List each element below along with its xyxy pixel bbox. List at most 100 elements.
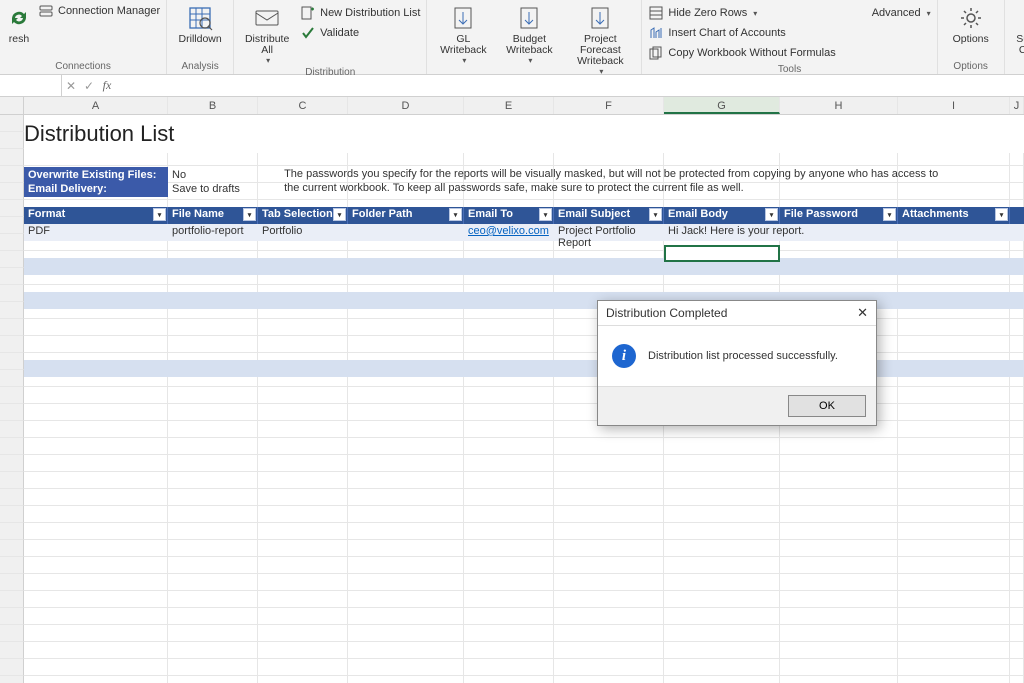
formula-input[interactable] bbox=[116, 75, 1024, 96]
col-header[interactable]: C bbox=[258, 97, 348, 114]
filter-icon[interactable] bbox=[153, 208, 166, 221]
formula-bar: ✕ ✓ fx bbox=[0, 75, 1024, 97]
drilldown-button[interactable]: Drilldown bbox=[173, 2, 227, 45]
support-center-label: Support Center bbox=[1011, 34, 1024, 56]
sheet-title: Distribution List bbox=[24, 115, 1024, 153]
select-all-corner[interactable] bbox=[0, 97, 24, 114]
gl-writeback-label: GL Writeback bbox=[433, 34, 493, 56]
budget-writeback-icon bbox=[515, 4, 543, 32]
column-headers: A B C D E F G H I J bbox=[0, 97, 1024, 115]
advanced-label: Advanced bbox=[872, 7, 921, 19]
th-subject[interactable]: Email Subject bbox=[554, 207, 664, 224]
close-icon[interactable]: ✕ bbox=[857, 305, 868, 321]
copy-wb-button[interactable]: Copy Workbook Without Formulas bbox=[648, 44, 835, 62]
forecast-writeback-icon bbox=[586, 4, 614, 32]
filter-icon[interactable] bbox=[765, 208, 778, 221]
filter-icon[interactable] bbox=[995, 208, 1008, 221]
budget-writeback-button[interactable]: Budget Writeback bbox=[499, 2, 559, 65]
th-attach[interactable]: Attachments bbox=[898, 207, 1010, 224]
col-header[interactable]: E bbox=[464, 97, 554, 114]
hide-zero-rows-button[interactable]: Hide Zero Rows bbox=[648, 4, 835, 22]
support-center-button[interactable]: ? Support Center bbox=[1011, 2, 1024, 56]
col-header[interactable]: A bbox=[24, 97, 168, 114]
validate-button[interactable]: Validate bbox=[300, 24, 420, 42]
new-list-label: New Distribution List bbox=[320, 7, 420, 19]
filter-icon[interactable] bbox=[539, 208, 552, 221]
delivery-label: Email Delivery: bbox=[24, 181, 168, 197]
distribution-completed-dialog: Distribution Completed ✕ i Distribution … bbox=[597, 300, 877, 426]
distribute-all-button[interactable]: Distribute All bbox=[240, 2, 294, 65]
group-label-help: Help bbox=[1011, 59, 1024, 74]
cancel-icon[interactable]: ✕ bbox=[62, 79, 80, 93]
col-header[interactable]: B bbox=[168, 97, 258, 114]
col-header[interactable]: D bbox=[348, 97, 464, 114]
refresh-icon bbox=[5, 4, 33, 32]
insert-coa-label: Insert Chart of Accounts bbox=[668, 27, 785, 39]
ribbon-group-writeback: GL Writeback Budget Writeback Project Fo… bbox=[427, 0, 642, 74]
validate-icon bbox=[300, 25, 316, 41]
cell-password[interactable] bbox=[780, 224, 898, 241]
cell-tab[interactable]: Portfolio bbox=[258, 224, 348, 241]
dialog-title: Distribution Completed bbox=[606, 306, 727, 320]
col-header[interactable]: H bbox=[780, 97, 898, 114]
th-body[interactable]: Email Body bbox=[664, 207, 780, 224]
filter-icon[interactable] bbox=[883, 208, 896, 221]
filter-icon[interactable] bbox=[449, 208, 462, 221]
group-label-connections: Connections bbox=[6, 59, 160, 74]
validate-label: Validate bbox=[320, 27, 359, 39]
gl-writeback-icon bbox=[449, 4, 477, 32]
filter-icon[interactable] bbox=[243, 208, 256, 221]
table-header-row: Format File Name Tab Selection Folder Pa… bbox=[24, 207, 1024, 224]
fx-icon[interactable]: fx bbox=[98, 78, 116, 93]
connection-manager-icon bbox=[38, 3, 54, 19]
refresh-label: resh bbox=[9, 34, 29, 45]
gear-icon bbox=[957, 4, 985, 32]
th-emailto[interactable]: Email To bbox=[464, 207, 554, 224]
th-format[interactable]: Format bbox=[24, 207, 168, 224]
cell-format[interactable]: PDF bbox=[24, 224, 168, 241]
options-button[interactable]: Options bbox=[944, 2, 998, 45]
col-header[interactable]: F bbox=[554, 97, 664, 114]
cell-subject[interactable]: Project Portfolio Report bbox=[554, 224, 664, 241]
ribbon-group-options: Options Options bbox=[938, 0, 1005, 74]
col-header[interactable]: G bbox=[664, 97, 780, 114]
delivery-value[interactable]: Save to drafts bbox=[168, 181, 244, 197]
th-password[interactable]: File Password bbox=[780, 207, 898, 224]
password-note: The passwords you specify for the report… bbox=[280, 167, 960, 195]
col-header[interactable]: J bbox=[1010, 97, 1024, 114]
connection-manager-button[interactable]: Connection Manager bbox=[38, 2, 160, 20]
cell-filename[interactable]: portfolio-report bbox=[168, 224, 258, 241]
forecast-writeback-button[interactable]: Project Forecast Writeback bbox=[565, 2, 635, 76]
insert-coa-button[interactable]: Insert Chart of Accounts bbox=[648, 24, 835, 42]
gl-writeback-button[interactable]: GL Writeback bbox=[433, 2, 493, 65]
cell-attach[interactable] bbox=[898, 224, 1010, 241]
col-header[interactable]: I bbox=[898, 97, 1010, 114]
group-label-options: Options bbox=[944, 59, 998, 74]
connection-manager-label: Connection Manager bbox=[58, 5, 160, 17]
table-row[interactable]: PDF portfolio-report Portfolio ceo@velix… bbox=[24, 224, 1024, 241]
filter-icon[interactable] bbox=[649, 208, 662, 221]
ribbon-group-connections: resh Connection Manager Connections bbox=[0, 0, 167, 74]
th-filename[interactable]: File Name bbox=[168, 207, 258, 224]
filter-icon[interactable] bbox=[333, 208, 346, 221]
drilldown-label: Drilldown bbox=[179, 34, 222, 45]
name-box[interactable] bbox=[0, 75, 62, 96]
enter-icon[interactable]: ✓ bbox=[80, 79, 98, 93]
help-icon: ? bbox=[1021, 4, 1024, 32]
copy-wb-icon bbox=[648, 45, 664, 61]
hide-rows-icon bbox=[648, 5, 664, 21]
advanced-button[interactable]: Advanced bbox=[872, 4, 931, 22]
cell-emailto[interactable]: ceo@velixo.com bbox=[464, 224, 554, 241]
cell-folder[interactable] bbox=[348, 224, 464, 241]
th-tab[interactable]: Tab Selection bbox=[258, 207, 348, 224]
forecast-writeback-label: Project Forecast Writeback bbox=[565, 34, 635, 67]
refresh-button[interactable]: resh bbox=[6, 2, 32, 45]
copy-wb-label: Copy Workbook Without Formulas bbox=[668, 47, 835, 59]
drilldown-icon bbox=[186, 4, 214, 32]
ok-button[interactable]: OK bbox=[788, 395, 866, 417]
th-folder[interactable]: Folder Path bbox=[348, 207, 464, 224]
ribbon-group-help: ? Support Center Official Velixo Blog He… bbox=[1005, 0, 1024, 74]
new-distribution-list-button[interactable]: New Distribution List bbox=[300, 4, 420, 22]
ribbon-group-distribution: Distribute All New Distribution List Val… bbox=[234, 0, 427, 74]
cell-body[interactable]: Hi Jack! Here is your report. bbox=[664, 224, 780, 241]
